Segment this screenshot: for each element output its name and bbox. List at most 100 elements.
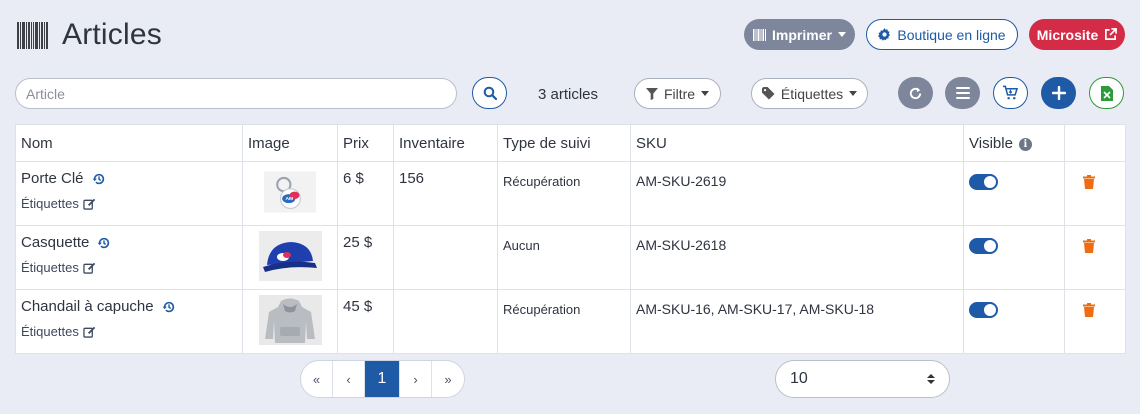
cart-button[interactable] [993, 77, 1028, 109]
page-size-select[interactable]: 10 [775, 360, 950, 398]
keychain-image[interactable]: AM [264, 167, 316, 217]
history-icon[interactable] [92, 172, 106, 186]
column-header-actions [1064, 124, 1126, 162]
tags-label: Étiquettes [21, 260, 79, 275]
online-shop-button[interactable]: Boutique en ligne [866, 19, 1018, 50]
caret-down-icon [849, 91, 858, 96]
cart-icon [1002, 85, 1019, 100]
svg-text:AM: AM [285, 196, 293, 202]
search-button[interactable] [472, 77, 507, 109]
pagination: « ‹ 1 › » [300, 360, 465, 398]
column-header-price[interactable]: Prix [337, 124, 394, 162]
actions-cell [1064, 225, 1126, 290]
history-icon[interactable] [162, 300, 176, 314]
trash-icon[interactable] [1083, 303, 1095, 317]
image-cell [242, 289, 338, 354]
table-row: Porte Clé Étiquettes AM 6 $ 156 Récupéra… [15, 161, 1126, 226]
article-search-input[interactable] [15, 78, 457, 109]
sku-cell: AM-SKU-2618 [630, 225, 964, 290]
page-size-value: 10 [790, 370, 808, 387]
table-header-row: Nom Image Prix Inventaire Type de suivi … [15, 124, 1126, 162]
edit-icon [83, 262, 96, 274]
article-count: 3 articles [538, 86, 599, 103]
last-page-button[interactable]: » [432, 361, 464, 397]
microsite-label: Microsite [1036, 26, 1099, 43]
column-header-sku[interactable]: SKU [630, 124, 964, 162]
add-article-button[interactable] [1041, 77, 1076, 109]
column-header-inventory[interactable]: Inventaire [393, 124, 498, 162]
cap-image[interactable] [258, 231, 322, 281]
price-cell: 45 $ [337, 289, 394, 354]
article-name[interactable]: Chandail à capuche [21, 298, 154, 315]
search-icon [483, 86, 497, 100]
articles-table: Nom Image Prix Inventaire Type de suivi … [15, 124, 1126, 354]
inventory-cell [393, 289, 498, 354]
filter-dropdown[interactable]: Filtre [634, 78, 721, 109]
gear-icon [878, 28, 891, 41]
table-row: Casquette Étiquettes 25 $ Aucun AM-SKU-2… [15, 225, 1126, 290]
trash-icon[interactable] [1083, 175, 1095, 189]
column-header-visible: Visible i [963, 124, 1065, 162]
sku-cell: AM-SKU-2619 [630, 161, 964, 226]
article-name[interactable]: Porte Clé [21, 170, 84, 187]
edit-icon [83, 326, 96, 338]
visible-cell [963, 225, 1065, 290]
barcode-small-icon [753, 28, 767, 41]
actions-cell [1064, 161, 1126, 226]
edit-tags-link[interactable]: Étiquettes [21, 196, 237, 211]
list-menu-button[interactable] [945, 77, 980, 109]
menu-icon [955, 87, 970, 99]
filter-icon [645, 87, 658, 100]
article-name[interactable]: Casquette [21, 234, 89, 251]
filter-label: Filtre [663, 85, 696, 102]
tags-label: Étiquettes [21, 324, 79, 339]
column-header-name[interactable]: Nom [15, 124, 243, 162]
microsite-button[interactable]: Microsite [1029, 19, 1125, 50]
column-header-image: Image [242, 124, 338, 162]
print-label: Imprimer [772, 26, 832, 43]
name-cell: Casquette Étiquettes [15, 225, 243, 290]
edit-tags-link[interactable]: Étiquettes [21, 260, 237, 275]
labels-label: Étiquettes [780, 85, 844, 102]
external-link-icon [1105, 28, 1118, 40]
excel-export-button[interactable] [1089, 77, 1124, 109]
first-page-button[interactable]: « [301, 361, 333, 397]
caret-down-icon [837, 32, 846, 37]
column-header-tracking-type[interactable]: Type de suivi [497, 124, 631, 162]
info-icon[interactable]: i [1018, 137, 1032, 151]
history-icon[interactable] [97, 236, 111, 250]
tag-icon [761, 87, 775, 100]
visible-toggle[interactable] [969, 238, 998, 254]
barcode-icon [17, 21, 50, 49]
image-cell [242, 225, 338, 290]
actions-cell [1064, 289, 1126, 354]
caret-down-icon [701, 91, 710, 96]
hoodie-image[interactable] [258, 295, 322, 345]
name-cell: Chandail à capuche Étiquettes [15, 289, 243, 354]
edit-tags-link[interactable]: Étiquettes [21, 324, 237, 339]
tracking-type-cell: Récupération [497, 161, 631, 226]
visible-cell [963, 289, 1065, 354]
select-arrows-icon [927, 374, 935, 384]
trash-icon[interactable] [1083, 239, 1095, 253]
inventory-cell [393, 225, 498, 290]
excel-file-icon [1100, 85, 1113, 101]
page-title: Articles [62, 18, 162, 51]
page-1-button[interactable]: 1 [365, 361, 400, 397]
tracking-type-cell: Aucun [497, 225, 631, 290]
name-cell: Porte Clé Étiquettes [15, 161, 243, 226]
plus-icon [1051, 86, 1066, 100]
visible-toggle[interactable] [969, 174, 998, 190]
labels-dropdown[interactable]: Étiquettes [751, 78, 868, 109]
image-cell: AM [242, 161, 338, 226]
price-cell: 6 $ [337, 161, 394, 226]
print-button[interactable]: Imprimer [744, 19, 855, 50]
table-row: Chandail à capuche Étiquettes 45 $ Récup… [15, 289, 1126, 354]
visible-toggle[interactable] [969, 302, 998, 318]
visible-cell [963, 161, 1065, 226]
next-page-button[interactable]: › [400, 361, 432, 397]
tags-label: Étiquettes [21, 196, 79, 211]
refresh-button[interactable] [898, 77, 933, 109]
prev-page-button[interactable]: ‹ [333, 361, 365, 397]
price-cell: 25 $ [337, 225, 394, 290]
